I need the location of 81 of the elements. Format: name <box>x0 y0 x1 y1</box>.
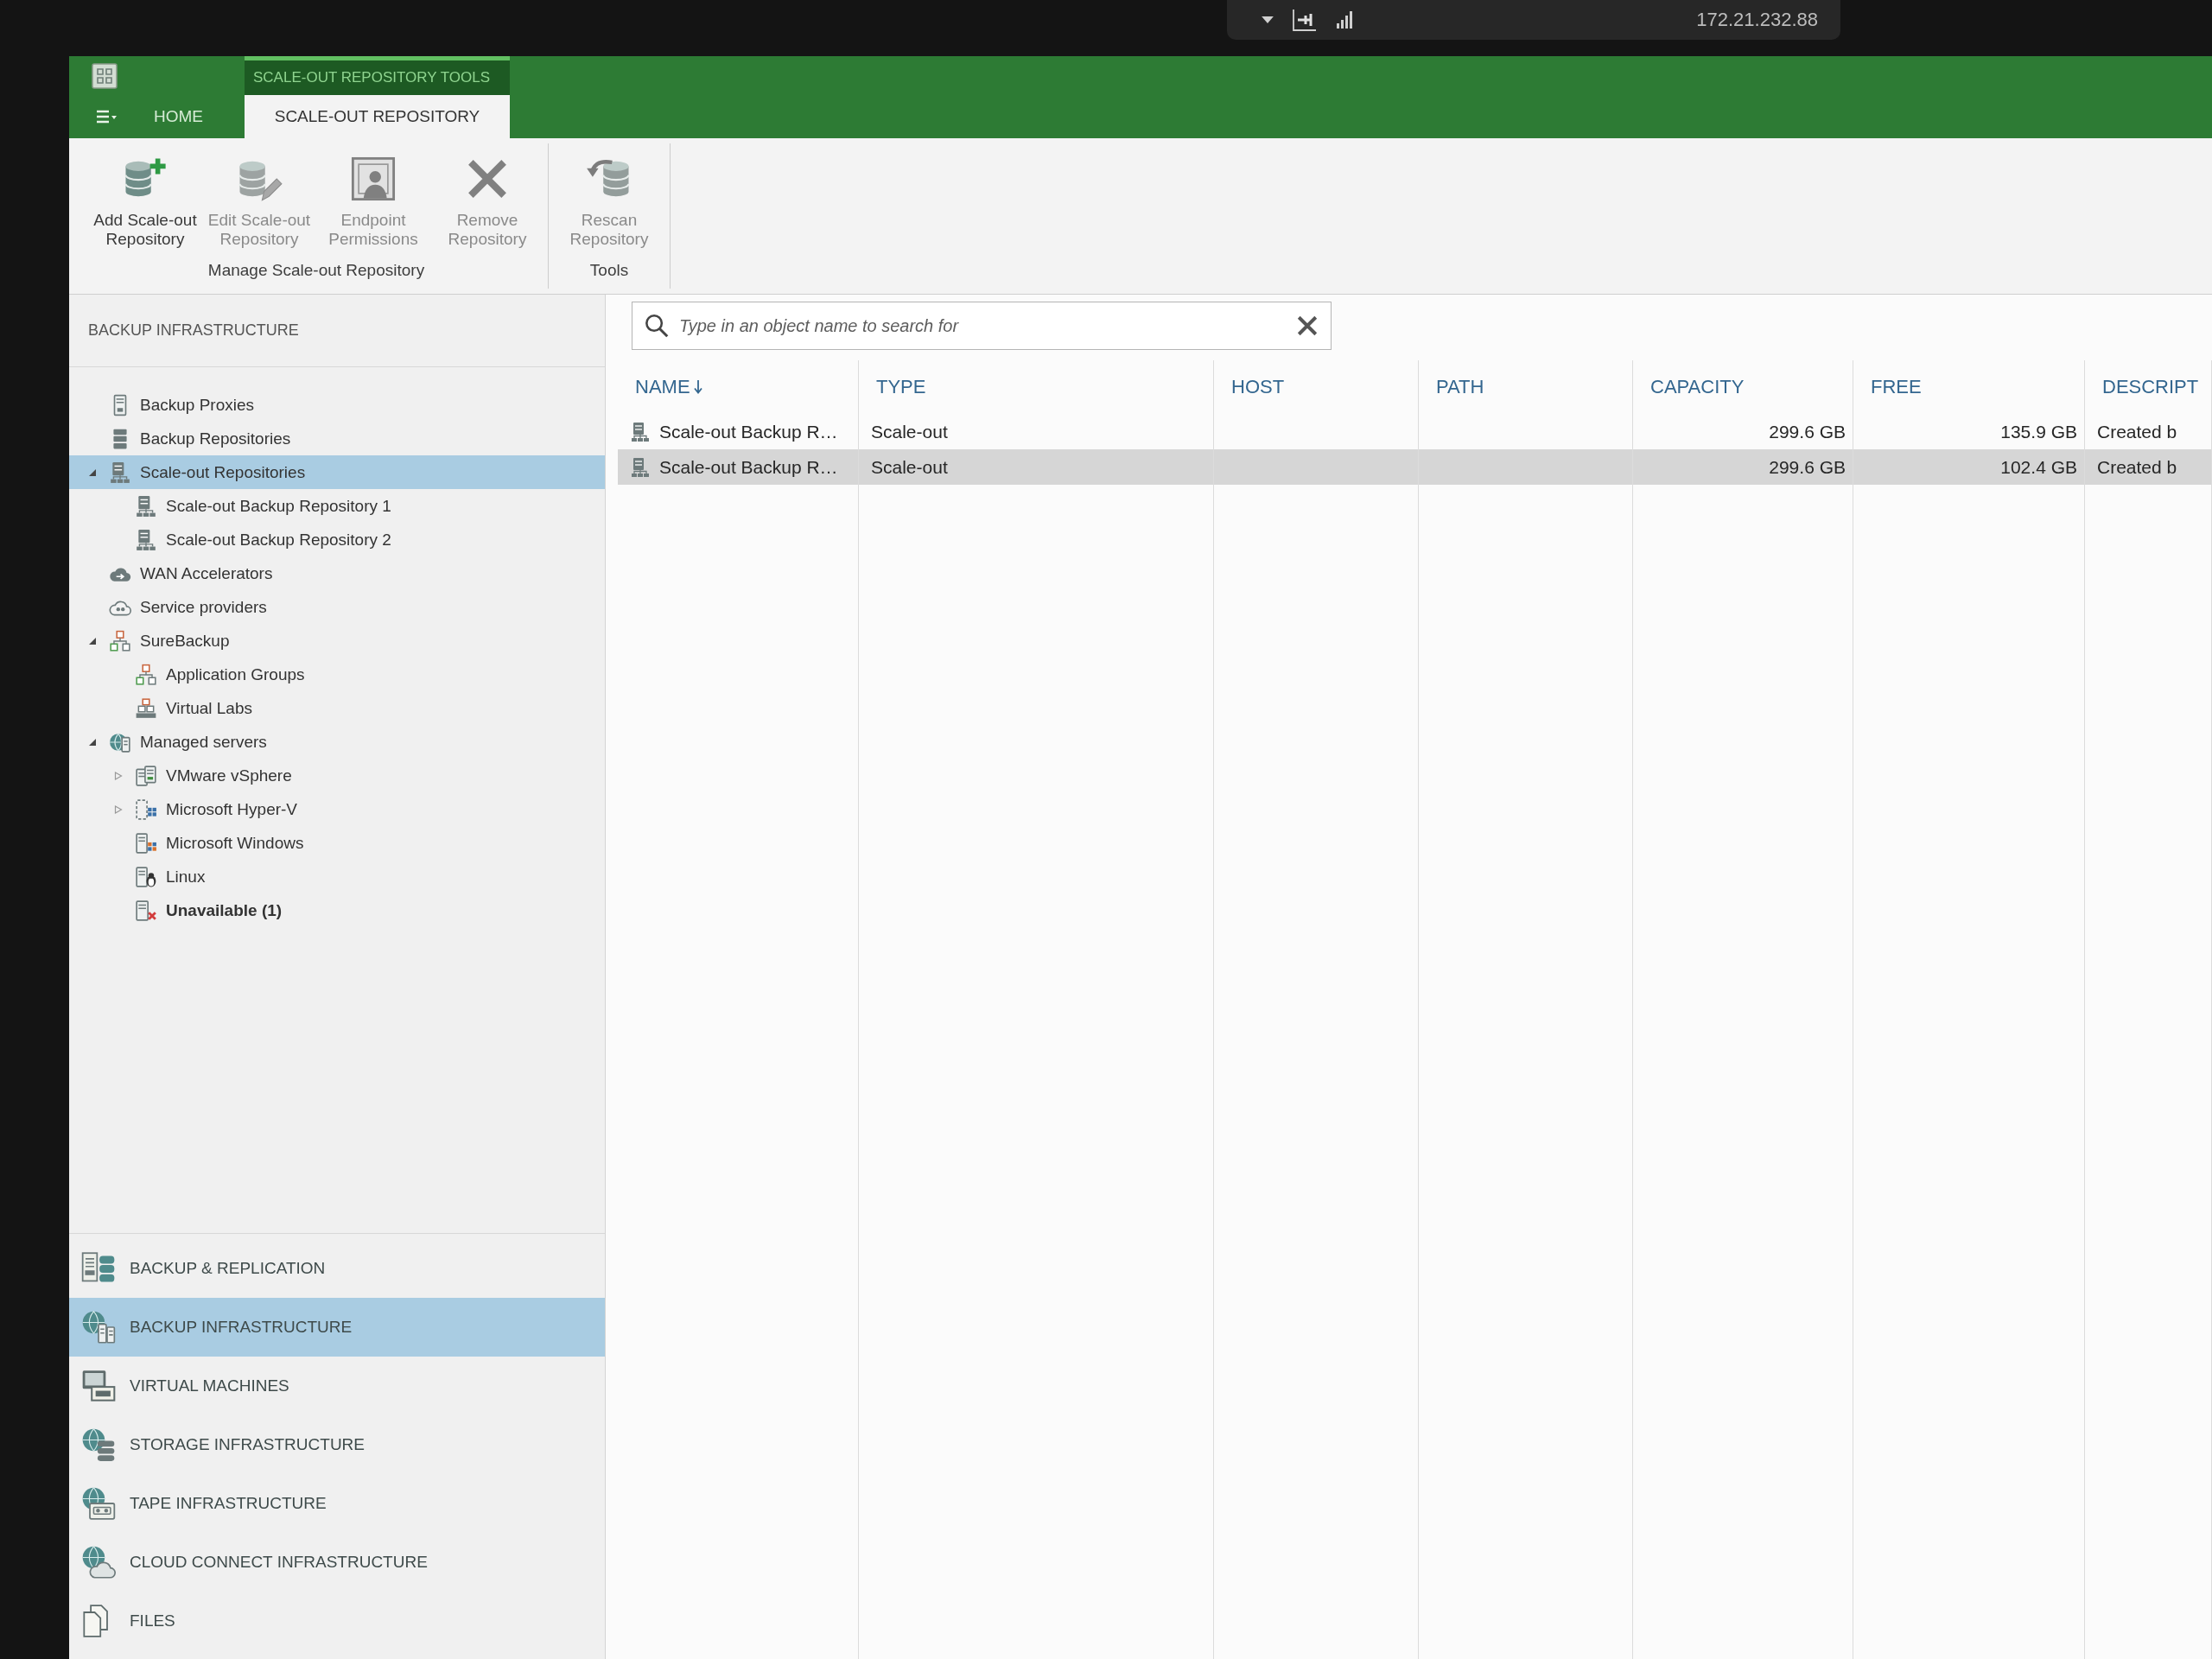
server-error-icon <box>135 899 157 922</box>
tree-item[interactable]: Service providers <box>69 590 605 624</box>
search-icon <box>645 314 669 338</box>
box-tree-icon <box>135 663 157 686</box>
globe-servers-icon <box>81 1310 116 1344</box>
ribbon-button[interactable]: Add Scale-out Repository <box>88 152 202 261</box>
menu-icon[interactable] <box>95 110 118 124</box>
column-header[interactable]: CAPACITY <box>1633 360 1853 414</box>
monitor-icon <box>81 1369 116 1403</box>
table-cell: 299.6 GB <box>1769 421 1846 442</box>
tree-item[interactable]: VMware vSphere <box>69 759 605 792</box>
table-cell: Scale-out <box>871 456 948 478</box>
search-field[interactable]: Type in an object name to search for <box>632 302 1332 350</box>
search-input[interactable]: Type in an object name to search for <box>679 312 1286 340</box>
app-logo-icon <box>92 62 118 89</box>
server-network-icon <box>109 461 131 484</box>
tree-item[interactable]: Microsoft Hyper-V <box>69 792 605 826</box>
tree-item[interactable]: Scale-out Backup Repository 1 <box>69 489 605 523</box>
server-squares-icon <box>135 798 157 821</box>
tree-item[interactable]: SureBackup <box>69 624 605 658</box>
server-network-icon <box>630 421 651 442</box>
table-cell: Scale-out Backup R… <box>659 456 838 478</box>
server-network-icon <box>630 456 651 478</box>
globe-cloud-icon <box>81 1545 116 1580</box>
ribbon-group-label: Manage Scale-out Repository <box>207 261 425 281</box>
box-stack-icon <box>135 696 157 720</box>
tree-item[interactable]: Backup Proxies <box>69 388 605 422</box>
tree-item[interactable]: Unavailable (1) <box>69 893 605 927</box>
tree-item[interactable]: Managed servers <box>69 725 605 759</box>
table-cell: Created b <box>2097 456 2177 478</box>
nav-section[interactable]: FILES <box>69 1592 605 1650</box>
column-header[interactable]: HOST <box>1214 360 1419 414</box>
nav-section[interactable]: VIRTUAL MACHINES <box>69 1357 605 1415</box>
context-group-label: SCALE-OUT REPOSITORY TOOLS <box>245 56 510 95</box>
table-cell: 135.9 GB <box>2000 421 2077 442</box>
tree-item[interactable]: WAN Accelerators <box>69 556 605 590</box>
pin-icon[interactable] <box>1293 9 1317 31</box>
expanded-arrow-icon[interactable] <box>88 636 97 645</box>
server-network-icon <box>135 528 157 551</box>
column-header[interactable]: FREE <box>1853 360 2085 414</box>
tree-item[interactable]: Scale-out Backup Repository 2 <box>69 523 605 556</box>
server-tiles-icon <box>135 831 157 855</box>
table-cell: Created b <box>2097 421 2177 442</box>
globe-tape-icon <box>81 1486 116 1521</box>
column-header[interactable]: NAME <box>618 360 859 414</box>
ribbon-tab[interactable]: SCALE-OUT REPOSITORY <box>245 95 510 138</box>
table-cell: 102.4 GB <box>2000 456 2077 478</box>
table-cell: Scale-out Backup R… <box>659 421 838 442</box>
tree-item[interactable]: Application Groups <box>69 658 605 691</box>
server-pair-icon <box>135 764 157 787</box>
expanded-arrow-icon[interactable] <box>88 737 97 747</box>
server-network-icon <box>135 494 157 518</box>
column-header[interactable]: PATH <box>1419 360 1633 414</box>
pane-title: BACKUP INFRASTRUCTURE <box>69 295 605 367</box>
table-cell: 299.6 GB <box>1769 456 1846 478</box>
caret-down-icon[interactable] <box>1262 16 1274 23</box>
table-row[interactable]: Scale-out Backup R… Scale-out 299.6 GB 102.4 GB Created b <box>618 449 2212 485</box>
tree-item[interactable]: Scale-out Repositories <box>69 455 605 489</box>
nav-section[interactable]: STORAGE INFRASTRUCTURE <box>69 1415 605 1474</box>
column-header[interactable]: TYPE <box>859 360 1214 414</box>
ribbon-tab[interactable]: HOME <box>149 95 208 138</box>
tree-item[interactable]: Microsoft Windows <box>69 826 605 860</box>
box-tree-icon <box>109 629 131 652</box>
signal-bars-icon <box>1336 11 1353 29</box>
close-icon[interactable] <box>1296 315 1319 337</box>
expanded-arrow-icon[interactable] <box>88 467 97 477</box>
person-frame-icon <box>350 156 397 202</box>
ribbon-group-label: Tools <box>589 261 629 281</box>
nav-section[interactable]: BACKUP & REPLICATION <box>69 1239 605 1298</box>
tree-item[interactable]: Virtual Labs <box>69 691 605 725</box>
tree-item[interactable]: Linux <box>69 860 605 893</box>
connection-address: 172.21.232.88 <box>1696 9 1818 31</box>
sort-arrow-icon <box>693 380 702 394</box>
column-header[interactable]: DESCRIPT <box>2085 360 2212 414</box>
nav-section[interactable]: CLOUD CONNECT INFRASTRUCTURE <box>69 1533 605 1592</box>
globe-database-icon <box>81 1427 116 1462</box>
nav-section[interactable]: BACKUP INFRASTRUCTURE <box>69 1298 605 1357</box>
tree-item[interactable]: Backup Repositories <box>69 422 605 455</box>
table-cell: Scale-out <box>871 421 948 442</box>
server-penguin-icon <box>135 865 157 888</box>
nav-section[interactable]: TAPE INFRASTRUCTURE <box>69 1474 605 1533</box>
